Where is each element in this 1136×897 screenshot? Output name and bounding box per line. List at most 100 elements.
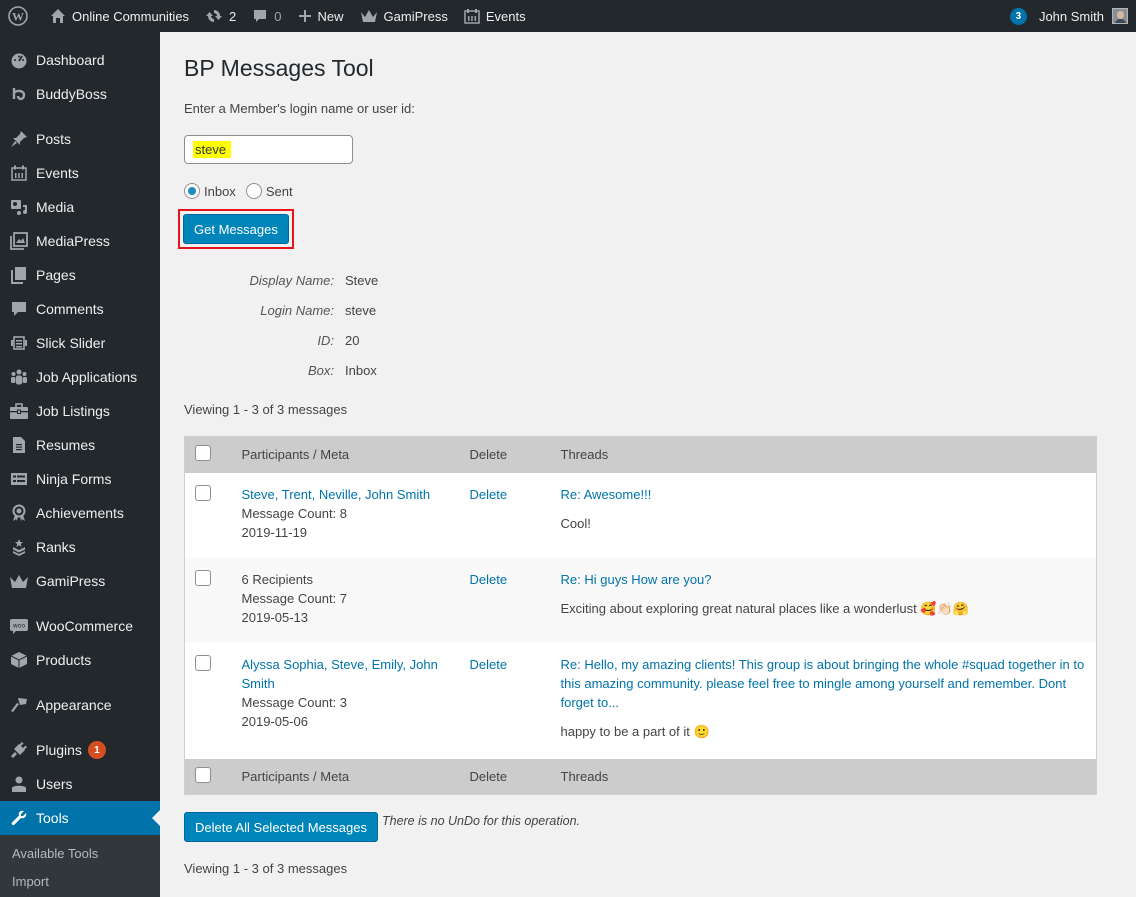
select-all-checkbox[interactable] [195,445,211,462]
delete-link[interactable]: Delete [470,657,508,672]
updates-link[interactable]: 2 [197,0,244,32]
info-value: Steve [345,272,379,288]
info-key: Display Name: [249,272,334,288]
inbox-radio[interactable] [184,183,200,199]
message-count: Message Count: 7 [241,590,348,606]
sidebar-item-posts[interactable]: Posts [0,122,160,156]
table-row: Alyssa Sophia, Steve, Emily, John Smith … [185,643,1097,759]
info-value: steve [345,302,377,318]
delete-all-selected-button[interactable]: Delete All Selected Messages [184,812,378,842]
sidebar-item-slick-slider[interactable]: Slick Slider [0,326,160,360]
thread-title-link[interactable]: Re: Hi guys How are you? [561,570,1087,589]
gamipress-link[interactable]: GamiPress [352,0,456,32]
sidebar-item-tools[interactable]: Tools [0,801,160,835]
page-title: BP Messages Tool [184,55,374,81]
sidebar-item-plugins[interactable]: Plugins 1 [0,733,160,767]
participants-link[interactable]: Steve, Trent, Neville, John Smith [242,485,470,504]
sidebar-item-mediapress[interactable]: MediaPress [0,224,160,258]
sidebar-item-buddyboss[interactable]: BuddyBoss [0,77,160,111]
sidebar-item-ranks[interactable]: Ranks [0,530,160,564]
sidebar-item-events[interactable]: Events [0,156,160,190]
info-row-login-name: Login Name: steve [184,295,1136,325]
sidebar-item-label: Job Listings [36,403,110,419]
info-value: Inbox [345,362,377,378]
site-name-link[interactable]: Online Communities [42,0,197,32]
sidebar-item-products[interactable]: Products [0,643,160,677]
sent-radio-label[interactable]: Sent [266,184,293,199]
sidebar-item-media[interactable]: Media [0,190,160,224]
sidebar-item-pages[interactable]: Pages [0,258,160,292]
sidebar-item-job-applications[interactable]: Job Applications [0,360,160,394]
box-radio-group: Inbox Sent [184,183,1136,199]
home-icon [50,8,66,24]
sidebar-item-comments[interactable]: Comments [0,292,160,326]
inbox-radio-label[interactable]: Inbox [204,184,236,199]
thread-body: Cool! [560,515,591,531]
thread-title-link[interactable]: Re: Awesome!!! [561,485,1087,504]
menu-separator [0,722,160,733]
row-checkbox[interactable] [195,569,211,586]
message-count: Message Count: 8 [241,505,348,521]
rank-icon [0,538,36,556]
gallery-icon [0,232,36,250]
media-icon [0,198,36,216]
sidebar-item-label: MediaPress [36,233,110,249]
pin-icon [0,130,36,148]
annotation-highlight-box: Get Messages [178,209,294,249]
briefcase-icon [0,402,36,420]
new-label: New [317,8,344,24]
submenu-import[interactable]: Import [0,868,160,896]
avatar[interactable] [1112,8,1128,24]
comments-link[interactable]: 0 [244,0,289,32]
sidebar-item-label: Users [36,776,73,792]
sidebar-item-job-listings[interactable]: Job Listings [0,394,160,428]
award-icon [0,504,36,522]
svg-text:woo: woo [12,623,25,630]
header-participants: Participants / Meta [241,436,470,473]
menu-separator [0,677,160,688]
message-date: 2019-11-19 [241,524,308,540]
sidebar-item-label: Plugins [36,742,82,758]
delete-link[interactable]: Delete [470,487,508,502]
header-delete: Delete [469,436,561,473]
new-content-link[interactable]: New [290,0,352,32]
select-all-checkbox-footer[interactable] [195,766,211,783]
sidebar-item-gamipress[interactable]: GamiPress [0,564,160,598]
row-checkbox[interactable] [195,654,211,671]
sidebar-item-appearance[interactable]: Appearance [0,688,160,722]
updates-icon [205,7,223,25]
participants-link[interactable]: Alyssa Sophia, Steve, Emily, John Smith [242,655,470,693]
wordpress-logo-button[interactable]: W [0,0,42,32]
sidebar-item-label: Products [36,652,92,668]
wordpress-icon: W [8,6,28,26]
table-row: Steve, Trent, Neville, John Smith Messag… [185,473,1097,558]
sidebar-item-label: Job Applications [36,369,138,385]
sidebar-item-woocommerce[interactable]: woo WooCommerce [0,609,160,643]
sidebar-item-users[interactable]: Users [0,767,160,801]
events-link[interactable]: Events [456,0,534,32]
delete-link[interactable]: Delete [470,572,508,587]
info-value: 20 [345,332,360,348]
menu-separator [0,111,160,122]
gamipress-label: GamiPress [383,8,448,24]
viewing-count-top: Viewing 1 - 3 of 3 messages [184,402,348,417]
participants-text: 6 Recipients [241,571,314,587]
sent-radio[interactable] [245,183,262,199]
submenu-available-tools[interactable]: Available Tools [0,840,160,868]
sidebar-item-label: Achievements [36,505,124,521]
row-checkbox[interactable] [195,484,211,501]
get-messages-button[interactable]: Get Messages [183,214,289,244]
user-name[interactable]: John Smith [1039,9,1104,24]
sidebar-item-label: Ninja Forms [36,471,112,487]
sidebar-item-achievements[interactable]: Achievements [0,496,160,530]
sidebar-item-ninja-forms[interactable]: Ninja Forms [0,462,160,496]
info-row-box: Box: Inbox [184,355,1136,385]
sidebar-item-dashboard[interactable]: Dashboard [0,43,160,77]
sidebar-item-label: Dashboard [36,52,105,68]
login-input[interactable]: steve [184,135,353,164]
sidebar-item-resumes[interactable]: Resumes [0,428,160,462]
table-header-row: Participants / Meta Delete Threads [184,436,1097,473]
notifications-badge[interactable]: 3 [1009,7,1027,25]
site-name: Online Communities [72,8,190,24]
thread-title-link[interactable]: Re: Hello, my amazing clients! This grou… [561,655,1087,712]
